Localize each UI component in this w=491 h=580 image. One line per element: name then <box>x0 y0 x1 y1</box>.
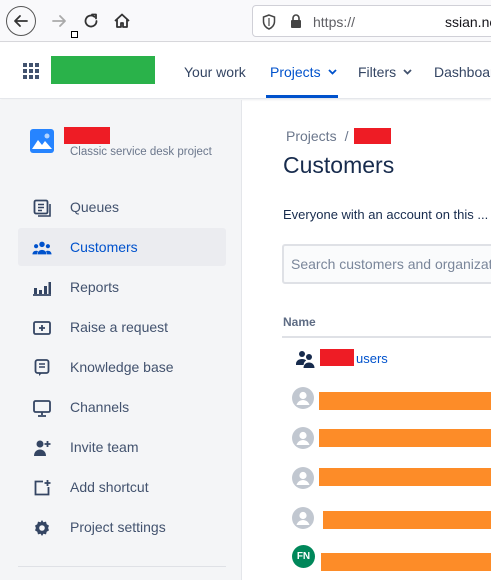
customer-avatar-initials: FN <box>292 545 315 568</box>
chevron-down-icon <box>403 69 412 75</box>
nav-projects[interactable]: Projects <box>270 64 337 80</box>
sidebar-item-raise-request[interactable]: Raise a request <box>18 308 226 346</box>
sidebar-item-label: Project settings <box>70 519 166 535</box>
sidebar-item-label: Reports <box>70 279 120 295</box>
shield-icon <box>262 14 276 30</box>
sidebar-item-invite-team[interactable]: Invite team <box>18 428 226 466</box>
default-avatar-icon <box>292 387 314 409</box>
group-name-link[interactable]: users <box>356 351 388 366</box>
url-bar[interactable]: https:// ssian.ne <box>252 5 491 37</box>
customer-name-redacted[interactable] <box>323 511 491 529</box>
sidebar-item-customers[interactable]: Customers <box>18 228 226 266</box>
sidebar-item-knowledge-base[interactable]: Knowledge base <box>18 348 226 386</box>
active-nav-indicator <box>266 95 338 98</box>
project-avatar-icon[interactable] <box>30 129 54 153</box>
product-logo[interactable] <box>51 56 155 84</box>
sidebar-item-add-shortcut[interactable]: Add shortcut <box>18 468 226 506</box>
mouse-cursor <box>71 31 78 38</box>
page-title: Customers <box>283 152 395 178</box>
sidebar-item-channels[interactable]: Channels <box>18 388 226 426</box>
queues-icon <box>32 198 52 218</box>
nav-filters-label: Filters <box>358 64 397 80</box>
nav-filters[interactable]: Filters <box>358 64 412 80</box>
customer-name-redacted[interactable] <box>321 553 491 571</box>
nav-your-work[interactable]: Your work <box>184 64 246 80</box>
sidebar-item-label: Invite team <box>70 439 139 455</box>
sidebar-item-label: Add shortcut <box>70 479 149 495</box>
group-name-redacted[interactable] <box>320 349 354 366</box>
nav-your-work-label: Your work <box>184 64 246 80</box>
customer-name-redacted[interactable] <box>319 468 491 486</box>
breadcrumb-project-redacted[interactable] <box>354 128 391 144</box>
breadcrumb-projects[interactable]: Projects <box>286 128 337 144</box>
breadcrumb-separator: / <box>344 128 349 144</box>
default-avatar-icon <box>292 467 314 489</box>
home-icon <box>114 13 130 28</box>
reload-button[interactable] <box>76 6 106 36</box>
add-shortcut-icon <box>32 478 52 498</box>
sidebar: Classic service desk project Queues Cust… <box>0 100 242 580</box>
home-button[interactable] <box>107 6 137 36</box>
customer-name-redacted[interactable] <box>319 392 491 410</box>
default-avatar-icon <box>292 427 314 449</box>
reload-icon <box>84 13 98 28</box>
sidebar-item-queues[interactable]: Queues <box>18 188 226 226</box>
sidebar-item-project-settings[interactable]: Project settings <box>18 508 226 546</box>
forward-button[interactable] <box>44 6 74 36</box>
sidebar-item-label: Queues <box>70 199 120 215</box>
nav-dashboards-label: Dashboar <box>434 64 491 80</box>
gear-icon <box>32 518 52 538</box>
sidebar-item-label: Customers <box>70 239 138 255</box>
project-name-redacted[interactable] <box>64 127 110 144</box>
nav-projects-label: Projects <box>270 64 321 80</box>
sidebar-item-label: Knowledge base <box>70 359 174 375</box>
sidebar-item-reports[interactable]: Reports <box>18 268 226 306</box>
breadcrumb: Projects / <box>286 128 348 144</box>
app-header: Your work Projects Filters Dashboar <box>0 43 491 99</box>
chevron-down-icon <box>327 69 337 75</box>
app-switcher-icon[interactable] <box>23 63 39 79</box>
nav-dashboards[interactable]: Dashboar <box>434 64 491 80</box>
raise-request-icon <box>32 318 52 338</box>
back-button[interactable] <box>6 6 36 36</box>
url-scheme: https:// <box>313 14 356 30</box>
lock-icon <box>291 14 301 28</box>
invite-team-icon <box>32 438 52 458</box>
browser-toolbar: https:// ssian.ne <box>0 0 491 42</box>
reports-icon <box>32 278 52 298</box>
user-group-icon <box>296 351 315 368</box>
customers-icon <box>32 238 52 258</box>
url-host: ssian.ne <box>445 14 491 30</box>
sidebar-item-label: Raise a request <box>70 319 169 335</box>
customer-name-redacted[interactable] <box>319 429 491 447</box>
column-header-name[interactable]: Name <box>283 315 316 329</box>
knowledge-base-icon <box>32 358 52 378</box>
sidebar-item-label: Channels <box>70 399 130 415</box>
page-description: Everyone with an account on this ... <box>283 207 489 222</box>
project-type: Classic service desk project <box>70 146 212 158</box>
channels-icon <box>32 398 52 418</box>
search-customers-input[interactable] <box>282 244 491 284</box>
sidebar-divider <box>18 566 226 567</box>
arrow-left-icon <box>14 15 28 27</box>
default-avatar-icon <box>292 507 314 529</box>
arrow-right-icon <box>52 15 66 27</box>
